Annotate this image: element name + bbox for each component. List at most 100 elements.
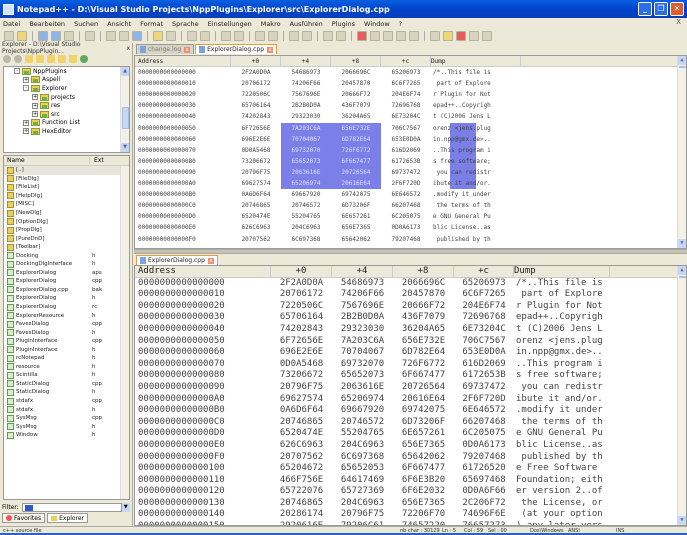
file-list-item[interactable]: FavesDialog h	[4, 328, 129, 337]
hex-cell[interactable]: 65642062	[331, 234, 381, 245]
replace-icon[interactable]	[221, 31, 231, 41]
hex-cell[interactable]: 6E646572	[454, 405, 514, 417]
hex-cell[interactable]: 65706164	[231, 100, 281, 111]
hex-cell[interactable]: 653E0D0A	[454, 347, 514, 359]
scroll-up-icon[interactable]: ▲	[678, 56, 686, 65]
hex-cell[interactable]: 0D0A6173	[454, 440, 514, 452]
hex-cell[interactable]: 69732070	[281, 144, 331, 156]
hex-cell[interactable]: 6D782E64	[393, 347, 454, 359]
hex-cell[interactable]: 69732070	[332, 359, 393, 371]
hex-cell[interactable]: 20746572	[332, 417, 393, 429]
hex-dump[interactable]: blic License..as	[514, 440, 610, 452]
hex-cell[interactable]: 7567696E	[332, 301, 393, 313]
hex-cell[interactable]: 65652073	[332, 370, 393, 382]
hex-cell[interactable]: 6C6F7265	[381, 78, 431, 89]
add-favorite-icon[interactable]	[69, 55, 77, 63]
hex-cell[interactable]: 61726520	[454, 463, 514, 475]
hex-row[interactable]: 0000000000000080 73206672 65652073 6F667477…	[135, 370, 686, 382]
hex-cell[interactable]: 20707562	[231, 234, 281, 245]
open-icon[interactable]	[17, 31, 27, 41]
hex-cell[interactable]: 6D73206F	[393, 417, 454, 429]
new-icon[interactable]	[4, 31, 14, 41]
hex-cell[interactable]: 65727369	[332, 486, 393, 498]
hex-dump[interactable]: published by th	[431, 234, 521, 245]
menu-item-datei[interactable]: Datei	[3, 20, 20, 28]
file-list-item[interactable]: SysMsg cpp	[4, 414, 129, 423]
hex-row[interactable]: 0000000000000000 2F2A0D0A 54686973 2066696C…	[135, 67, 686, 78]
hex-row[interactable]: 0000000000000040 74202843 29323030 36204A65…	[135, 324, 686, 336]
hex-dump[interactable]: /*..This file is	[431, 67, 521, 78]
hex-row[interactable]: 0000000000000010 20706172 74206F66 20457870…	[135, 78, 686, 89]
hex-row[interactable]: 0000000000000090 20796F75 2063616E 20726564…	[135, 166, 686, 179]
hex-cell[interactable]: 436F7079	[331, 100, 381, 111]
hex-dump[interactable]: r Plugin for Not	[514, 301, 610, 313]
hex-cell[interactable]: 20457870	[331, 78, 381, 89]
new-file-icon[interactable]	[25, 55, 33, 63]
column-header-4[interactable]: +4	[281, 56, 331, 67]
file-list-item[interactable]: [HelpDlg]	[4, 192, 129, 201]
file-list-item[interactable]: [PropDlg]	[4, 226, 129, 235]
hex-cell[interactable]: 616D2069	[454, 359, 514, 371]
hex-cell[interactable]: 204C6963	[332, 498, 393, 510]
file-list-item[interactable]: [..]	[4, 166, 129, 175]
hex-cell[interactable]: 65206973	[454, 278, 514, 290]
file-list-item[interactable]: [NewDlg]	[4, 209, 129, 218]
hex-cell[interactable]: 55204765	[332, 428, 393, 440]
hex-cell[interactable]: 6E73204C	[454, 324, 514, 336]
hex-cell[interactable]: 73206672	[271, 370, 332, 382]
hex-row[interactable]: 00000000000000F0 20707562 6C697368 65642062…	[135, 452, 686, 464]
zoom-in-icon[interactable]	[234, 31, 244, 41]
macro-stop-icon[interactable]	[370, 31, 380, 41]
column-header-0[interactable]: +0	[271, 266, 332, 277]
hex-dump[interactable]: e GNU General Pu	[431, 211, 521, 222]
maximize-button[interactable]: ❐	[654, 2, 668, 16]
hex-cell[interactable]: 20666F72	[393, 301, 454, 313]
hex-cell[interactable]: 204C6963	[281, 222, 331, 233]
hex-cell[interactable]: 69742075	[331, 189, 381, 200]
column-header-dump[interactable]: Dump	[431, 56, 521, 67]
menu-item-ansicht[interactable]: Ansicht	[107, 20, 131, 28]
show-all-icon[interactable]	[323, 31, 333, 41]
hex-row[interactable]: 0000000000000050 6F72656E 7A203C6A 656E732E…	[135, 336, 686, 348]
macro-play-multiple-icon[interactable]	[396, 31, 406, 41]
save-macro-icon[interactable]	[409, 31, 419, 41]
hex-dump[interactable]: the License, or	[514, 498, 610, 510]
tree-node[interactable]: + res	[4, 101, 129, 110]
hex-cell[interactable]: 7220506C	[231, 89, 281, 100]
hex-row[interactable]: 0000000000000030 65706164 2B2B0D0A 436F7079…	[135, 312, 686, 324]
hex-cell[interactable]: 656E7365	[393, 498, 454, 510]
file-list-item[interactable]: [OptionDlg]	[4, 217, 129, 226]
hex-dump[interactable]: r Plugin for Not	[431, 89, 521, 100]
hex-row[interactable]: 00000000000000D0 6520474E 55204765 6E657261…	[135, 211, 686, 222]
hex-cell[interactable]: 6C205075	[381, 211, 431, 222]
hex-cell[interactable]: 65697468	[454, 475, 514, 487]
paste-icon[interactable]	[153, 31, 163, 41]
collapse-icon[interactable]: -	[23, 85, 29, 92]
scroll-down-icon[interactable]: ▼	[678, 516, 686, 525]
hex-cell[interactable]: 706C7567	[454, 336, 514, 348]
file-list-item[interactable]: ExplorerDialog.cpp bak	[4, 286, 129, 295]
expand-icon[interactable]: +	[23, 128, 29, 135]
hex-row[interactable]: 0000000000000100 65204672 65652053 6F667477…	[135, 463, 686, 475]
new-folder-icon[interactable]	[36, 55, 44, 63]
close-all-icon[interactable]	[85, 31, 95, 41]
menu-item-window[interactable]: Window	[364, 20, 390, 28]
hex-cell[interactable]: 73206672	[231, 156, 281, 167]
hex-cell[interactable]: 54686973	[281, 67, 331, 78]
file-list-item[interactable]: Scintilla h	[4, 371, 129, 380]
filter-dropdown-icon[interactable]: ▼	[121, 502, 130, 512]
hex-row[interactable]: 00000000000000F0 20707562 6C697368 65642062…	[135, 234, 686, 245]
hex-row[interactable]: 0000000000000120 65722076 65727369 6F6E2032…	[135, 486, 686, 498]
file-list-item[interactable]: [FileDlg]	[4, 175, 129, 184]
hex-cell[interactable]: 6172653B	[381, 156, 431, 167]
hex-row[interactable]: 00000000000000C0 20746865 20746572 6D73206F…	[135, 417, 686, 429]
hex-cell[interactable]: 74696F6E	[454, 509, 514, 521]
hex-cell[interactable]: 2C206F72	[454, 498, 514, 510]
scroll-up-icon[interactable]: ▲	[121, 67, 129, 76]
hex-row[interactable]: 00000000000000E0 626C6963 204C6963 656E7365…	[135, 440, 686, 452]
favorites-icon[interactable]	[443, 31, 453, 41]
file-list-item[interactable]: PluginInterface cpp	[4, 337, 129, 346]
hex-cell[interactable]: 0D0A6173	[381, 222, 431, 233]
hex-cell[interactable]: 6D73206F	[331, 200, 381, 211]
hex-cell[interactable]: 6C205075	[454, 428, 514, 440]
